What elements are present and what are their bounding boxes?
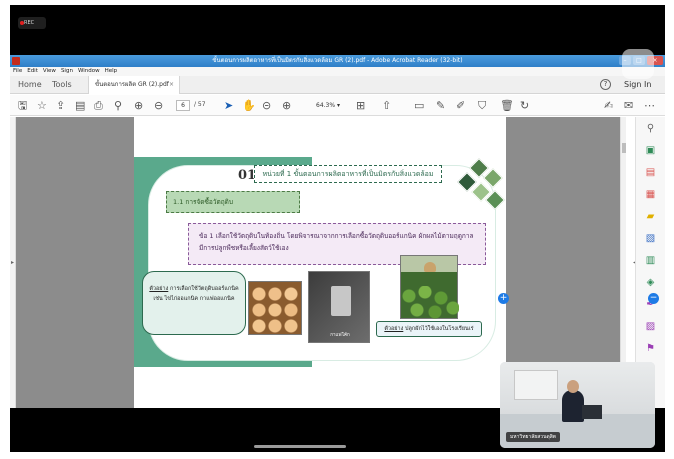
- home-indicator[interactable]: [254, 445, 346, 448]
- pen-icon[interactable]: ✎: [436, 99, 445, 112]
- acrobat-window: ขั้นตอนการผลิตอาหารที่เป็นมิตรกับสิ่งแวด…: [10, 55, 665, 408]
- example-box-garden: ตัวอย่าง ปลูกผักไว้ใช้เองในโรงเรียนเร่: [376, 321, 482, 337]
- presenter-figure: [562, 390, 584, 422]
- title-bar: ขั้นตอนการผลิตอาหารที่เป็นมิตรกับสิ่งแวด…: [10, 55, 665, 67]
- bookmark-icon[interactable]: ☆: [37, 99, 47, 112]
- menu-sign[interactable]: Sign: [61, 67, 73, 76]
- example-box-organic: ตัวอย่าง การเลือกใช้วัตถุดิบออร์แกนิค เช…: [142, 271, 246, 335]
- sign-in-button[interactable]: Sign In: [624, 80, 651, 89]
- menu-edit[interactable]: Edit: [27, 67, 38, 76]
- example-label: ตัวอย่าง: [384, 326, 404, 332]
- combine-icon[interactable]: ▧: [645, 233, 656, 244]
- comment-icon[interactable]: ▰: [645, 211, 656, 222]
- decorative-photo-diamonds: [452, 157, 506, 213]
- toolbar: 🖫 ☆ ⇪ ▤ ⎙ ⚲ ⊕ ⊖ 6 / 57 ➤ ✋ ⊝ ⊕ 64.3% ▾ ⊞…: [10, 95, 665, 116]
- scrollbar-thumb[interactable]: [622, 143, 626, 153]
- undo-icon[interactable]: ↻: [520, 99, 529, 112]
- coffee-bag-photo: กาแฟโค้ก: [308, 271, 370, 343]
- tab-tools[interactable]: Tools: [52, 80, 72, 89]
- tab-document[interactable]: ขั้นตอนการผลิต GR (2).pdf ×: [88, 76, 180, 94]
- page-down-icon[interactable]: ⊖: [154, 99, 163, 112]
- eggs-photo: [248, 281, 302, 335]
- window-title: ขั้นตอนการผลิตอาหารที่เป็นมิตรกับสิ่งแวด…: [212, 57, 463, 64]
- sign-icon[interactable]: ✍: [604, 99, 613, 112]
- zoom-icon[interactable]: ⚲: [645, 123, 656, 134]
- share-overlay-button[interactable]: [622, 49, 654, 79]
- example-label: ตัวอย่าง: [149, 286, 169, 292]
- menu-help[interactable]: Help: [105, 67, 118, 76]
- acrobat-logo-icon: [12, 57, 20, 65]
- print-icon[interactable]: ⎙: [94, 99, 103, 112]
- search-icon[interactable]: ⚲: [114, 99, 122, 112]
- tab-home[interactable]: Home: [18, 80, 42, 89]
- export-pdf-icon[interactable]: ▣: [645, 145, 656, 156]
- highlight-icon[interactable]: ✐: [456, 99, 465, 112]
- compress-icon[interactable]: ◈: [645, 277, 656, 288]
- upload-icon[interactable]: ⇪: [56, 99, 65, 112]
- zoom-value: 64.3%: [316, 102, 336, 109]
- page-total: / 57: [194, 101, 206, 108]
- stamp-icon[interactable]: ⛉: [478, 99, 486, 112]
- minus-icon[interactable]: −: [648, 293, 659, 304]
- webcam-thumbnail[interactable]: มหาวิทยาลัยสวนดุสิต: [500, 362, 655, 448]
- save-icon[interactable]: 🖫: [18, 99, 27, 112]
- chapter-title: หน่วยที่ 1 ขั้นตอนการผลิตอาหารที่เป็นมิต…: [254, 165, 442, 183]
- zoom-select[interactable]: 64.3% ▾: [316, 100, 346, 111]
- pdf-page-slide: 01 หน่วยที่ 1 ขั้นตอนการผลิตอาหารที่เป็น…: [134, 157, 506, 367]
- help-button[interactable]: ?: [600, 79, 611, 90]
- zoom-in-icon[interactable]: ⊕: [282, 99, 291, 112]
- hand-icon[interactable]: ✋: [242, 99, 256, 112]
- chevron-down-icon: ▾: [336, 102, 340, 109]
- chevron-right-icon: ▸: [11, 259, 15, 266]
- organize-icon[interactable]: ▥: [645, 255, 656, 266]
- menu-file[interactable]: File: [13, 67, 22, 76]
- create-pdf-icon[interactable]: ▤: [645, 167, 656, 178]
- photo-caption: กาแฟโค้ก: [330, 333, 350, 338]
- scroll-icon[interactable]: ⇧: [382, 99, 391, 112]
- record-dot-icon: [20, 21, 24, 25]
- print-preview-icon[interactable]: ▤: [75, 99, 85, 112]
- menu-view[interactable]: View: [43, 67, 56, 76]
- close-tab-button[interactable]: ×: [169, 76, 174, 94]
- page-up-icon[interactable]: ⊕: [134, 99, 143, 112]
- page-fit-icon[interactable]: ⊞: [356, 99, 365, 112]
- page-gutter-left: [16, 117, 134, 408]
- recording-indicator: REC: [18, 17, 46, 29]
- farmer-field-photo: [400, 255, 459, 320]
- plus-icon[interactable]: +: [498, 293, 509, 304]
- edit-pdf-icon[interactable]: ▦: [645, 189, 656, 200]
- example-text: ปลูกผักไว้ใช้เองในโรงเรียนเร่: [403, 326, 474, 332]
- cursor-icon[interactable]: ➤: [224, 99, 233, 112]
- recording-label: REC: [24, 20, 35, 26]
- menu-bar: File Edit View Sign Window Help: [10, 67, 665, 76]
- comment-icon[interactable]: ▭: [414, 99, 424, 112]
- mail-icon[interactable]: ✉: [624, 99, 633, 112]
- more-icon[interactable]: ⋯: [644, 99, 655, 112]
- document-tab-label: ขั้นตอนการผลิต GR (2).pdf: [95, 81, 169, 88]
- more-tools-icon[interactable]: ⚑: [645, 343, 656, 354]
- delete-icon[interactable]: 🗑: [500, 99, 514, 112]
- zoom-out-icon[interactable]: ⊝: [262, 99, 271, 112]
- page-number-input[interactable]: 6: [176, 100, 190, 111]
- section-heading: 1.1 การจัดซื้อวัตถุดิบ: [166, 191, 300, 213]
- menu-window[interactable]: Window: [78, 67, 100, 76]
- participant-name: มหาวิทยาลัยสวนดุสิต: [506, 432, 561, 442]
- screen-share: REC ขั้นตอนการผลิตอาหารที่เป็นมิตรกับสิ่…: [10, 5, 665, 452]
- protect-icon[interactable]: ▨: [645, 321, 656, 332]
- tab-bar: Home Tools ขั้นตอนการผลิต GR (2).pdf × ?…: [10, 76, 665, 94]
